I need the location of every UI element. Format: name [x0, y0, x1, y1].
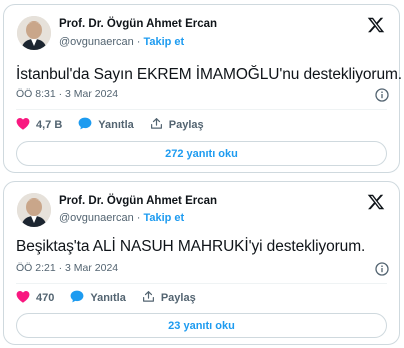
reply-button[interactable]: Yanıtla: [78, 117, 134, 133]
tweet-card[interactable]: Prof. Dr. Övgün Ahmet Ercan @ovgunaercan…: [3, 4, 402, 173]
share-label: Paylaş: [160, 292, 196, 304]
divider: [16, 109, 387, 110]
speech-bubble-icon: [70, 290, 90, 306]
tweet-feed: Prof. Dr. Övgün Ahmet Ercan @ovgunaercan…: [0, 0, 404, 348]
tweet-timestamp[interactable]: ÖÖ 8:31 · 3 Mar 2024: [16, 88, 118, 100]
like-button[interactable]: 470: [16, 290, 54, 306]
reply-label: Yanıtla: [90, 292, 126, 304]
reply-button[interactable]: Yanıtla: [70, 290, 126, 306]
speech-bubble-icon: [78, 117, 98, 133]
tweet-card[interactable]: Prof. Dr. Övgün Ahmet Ercan @ovgunaercan…: [3, 181, 400, 345]
avatar[interactable]: [17, 193, 51, 227]
heart-icon: [16, 290, 36, 306]
like-count: 4,7 B: [36, 119, 63, 131]
like-count: 470: [36, 292, 55, 304]
info-icon[interactable]: [375, 262, 389, 276]
divider: [16, 283, 387, 284]
follow-button[interactable]: Takip et: [143, 212, 184, 224]
share-upload-icon: [142, 290, 161, 306]
read-replies-button[interactable]: 23 yanıtı oku: [16, 313, 387, 338]
share-button[interactable]: Paylaş: [142, 290, 196, 306]
share-label: Paylaş: [168, 119, 204, 131]
read-replies-button[interactable]: 272 yanıtı oku: [16, 141, 387, 166]
tweet-text: Beşiktaş'ta ALİ NASUH MAHRUKİ'yi destekl…: [16, 238, 366, 255]
share-upload-icon: [150, 117, 169, 133]
action-bar: 470 Yanıtla Paylaş: [16, 290, 212, 306]
tweet-text: İstanbul'da Sayın EKREM İMAMOĞLU'nu dest…: [16, 66, 402, 83]
author-name[interactable]: Prof. Dr. Övgün Ahmet Ercan: [59, 18, 217, 30]
tweet-timestamp[interactable]: ÖÖ 2:21 · 3 Mar 2024: [16, 262, 118, 274]
action-bar: 4,7 B Yanıtla Paylaş: [16, 117, 220, 133]
handle-row: @ovgunaercan · Takip et: [59, 36, 184, 48]
avatar[interactable]: [17, 16, 51, 50]
x-logo-icon[interactable]: [367, 193, 385, 211]
info-icon[interactable]: [375, 88, 389, 102]
follow-button[interactable]: Takip et: [143, 36, 184, 48]
heart-icon: [16, 117, 36, 133]
author-handle[interactable]: @ovgunaercan: [59, 36, 134, 48]
separator-dot: ·: [136, 212, 141, 224]
author-name[interactable]: Prof. Dr. Övgün Ahmet Ercan: [59, 195, 217, 207]
like-button[interactable]: 4,7 B: [16, 117, 62, 133]
reply-label: Yanıtla: [98, 119, 134, 131]
author-handle[interactable]: @ovgunaercan: [59, 212, 134, 224]
share-button[interactable]: Paylaş: [150, 117, 204, 133]
x-logo-icon[interactable]: [367, 16, 385, 34]
separator-dot: ·: [136, 36, 141, 48]
handle-row: @ovgunaercan · Takip et: [59, 212, 184, 224]
